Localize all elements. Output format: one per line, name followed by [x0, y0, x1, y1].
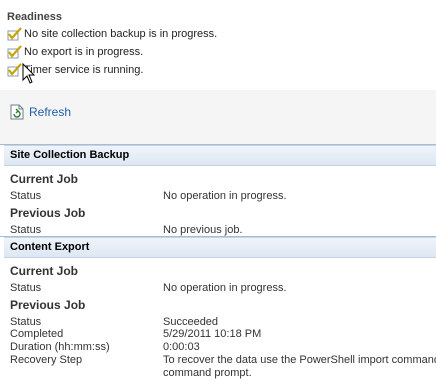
- refresh-label[interactable]: Refresh: [29, 105, 71, 119]
- previous-job-title: Previous Job: [10, 298, 86, 312]
- checkmark-icon: [7, 27, 22, 41]
- content-export-header: Content Export: [4, 237, 436, 258]
- previous-job-title: Previous Job: [10, 206, 86, 220]
- status-label: Status: [10, 282, 42, 294]
- readiness-item-text: No export is in progress.: [24, 46, 144, 58]
- readiness-item: No export is in progress.: [7, 44, 143, 60]
- readiness-item: No site collection backup is in progress…: [7, 26, 217, 42]
- recovery-step-continuation: command prompt.: [163, 367, 252, 379]
- status-label: Status: [10, 316, 42, 328]
- refresh-page-icon: [10, 104, 24, 120]
- readiness-title: Readiness: [7, 11, 63, 23]
- recovery-step-label: Recovery Step: [10, 354, 83, 366]
- readiness-item-text: No site collection backup is in progress…: [24, 28, 218, 40]
- readiness-panel: Readiness No site collection backup is i…: [0, 0, 436, 90]
- checkmark-icon: [7, 45, 22, 59]
- duration-value: 0:00:03: [163, 341, 200, 353]
- refresh-toolbar: Refresh: [0, 90, 436, 144]
- section-title: Site Collection Backup: [10, 149, 130, 161]
- status-label: Status: [10, 190, 42, 202]
- refresh-button[interactable]: Refresh: [10, 104, 71, 120]
- status-value: No operation in progress.: [163, 282, 287, 294]
- status-value: Succeeded: [163, 316, 219, 328]
- current-job-title: Current Job: [10, 264, 79, 278]
- site-collection-backup-header: Site Collection Backup: [4, 145, 436, 166]
- section-title: Content Export: [10, 241, 90, 253]
- status-value: No previous job.: [163, 224, 243, 236]
- status-label: Status: [10, 224, 42, 236]
- status-value: No operation in progress.: [163, 190, 287, 202]
- completed-label: Completed: [10, 328, 64, 340]
- checkmark-icon: [7, 63, 22, 77]
- mouse-cursor-icon: [22, 63, 36, 84]
- current-job-title: Current Job: [10, 172, 79, 186]
- duration-label: Duration (hh:mm:ss): [10, 341, 110, 353]
- recovery-step-value: To recover the data use the PowerShell i…: [163, 354, 436, 366]
- completed-value: 5/29/2011 10:18 PM: [163, 328, 262, 340]
- readiness-item-text: Timer service is running.: [24, 64, 144, 76]
